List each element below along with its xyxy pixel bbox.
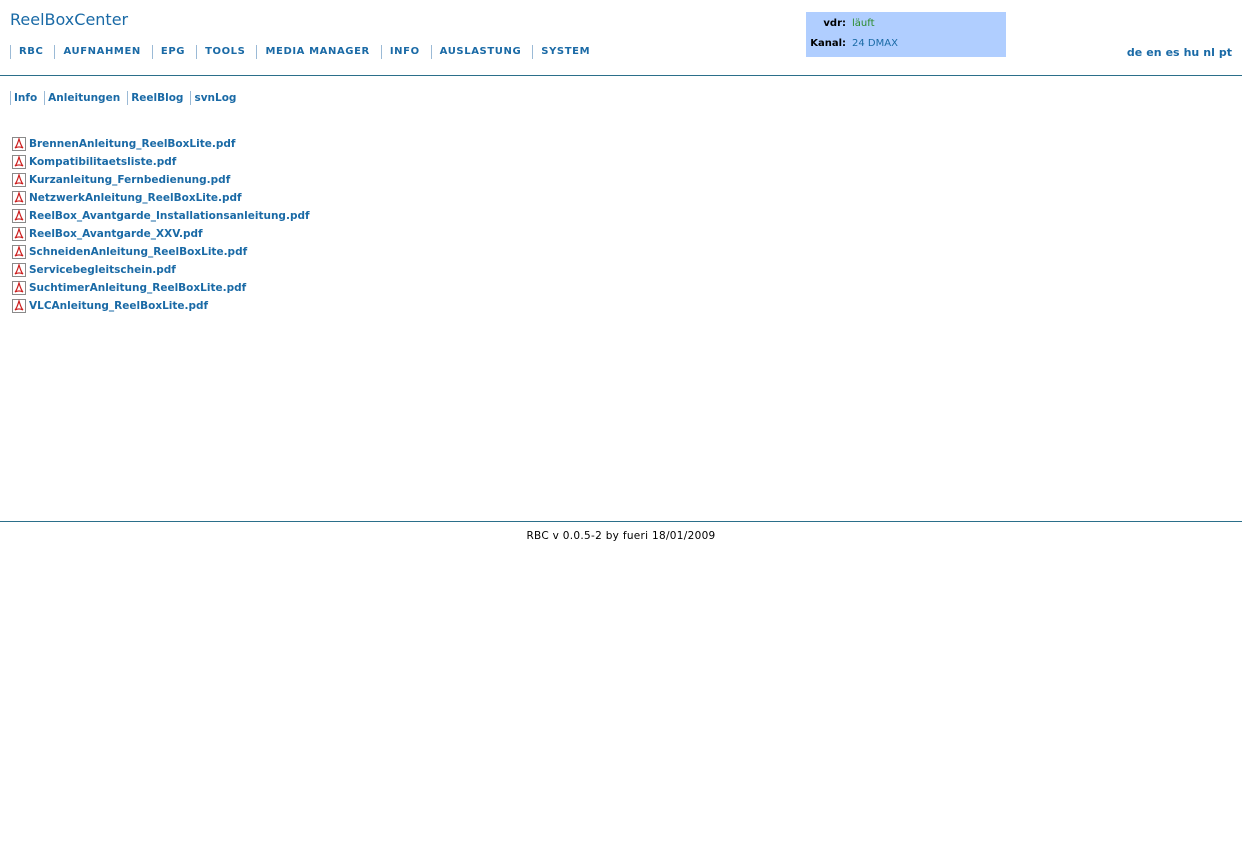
main-nav-item-aufnahmen[interactable]: AUFNAHMEN bbox=[54, 45, 151, 59]
main-nav-item-epg[interactable]: EPG bbox=[151, 45, 196, 59]
pdf-icon bbox=[12, 137, 26, 151]
lang-nl[interactable]: nl bbox=[1203, 46, 1215, 59]
file-list-item[interactable]: NetzwerkAnleitung_ReelBoxLite.pdf bbox=[12, 189, 310, 207]
file-name[interactable]: Kurzanleitung_Fernbedienung.pdf bbox=[29, 174, 230, 186]
file-name[interactable]: VLCAnleitung_ReelBoxLite.pdf bbox=[29, 300, 208, 312]
file-name[interactable]: Servicebegleitschein.pdf bbox=[29, 264, 176, 276]
file-list: BrennenAnleitung_ReelBoxLite.pdf Kompati… bbox=[12, 135, 310, 315]
main-nav-item-tools[interactable]: TOOLS bbox=[196, 45, 256, 59]
sub-nav-item-anleitungen[interactable]: Anleitungen bbox=[44, 91, 127, 105]
file-list-item[interactable]: SuchtimerAnleitung_ReelBoxLite.pdf bbox=[12, 279, 310, 297]
pdf-icon bbox=[12, 245, 26, 259]
file-list-item[interactable]: Kurzanleitung_Fernbedienung.pdf bbox=[12, 171, 310, 189]
file-list-item[interactable]: VLCAnleitung_ReelBoxLite.pdf bbox=[12, 297, 310, 315]
main-nav: RBC AUFNAHMEN EPG TOOLS MEDIA MANAGER IN… bbox=[10, 45, 601, 59]
file-list-item[interactable]: Servicebegleitschein.pdf bbox=[12, 261, 310, 279]
sub-nav-item-reelblog[interactable]: ReelBlog bbox=[127, 91, 190, 105]
file-name[interactable]: ReelBox_Avantgarde_Installationsanleitun… bbox=[29, 210, 310, 222]
pdf-icon bbox=[12, 299, 26, 313]
header-divider bbox=[0, 75, 1242, 76]
file-list-item[interactable]: ReelBox_Avantgarde_XXV.pdf bbox=[12, 225, 310, 243]
sub-nav-item-info[interactable]: Info bbox=[10, 91, 44, 105]
file-name[interactable]: SuchtimerAnleitung_ReelBoxLite.pdf bbox=[29, 282, 246, 294]
file-list-item[interactable]: SchneidenAnleitung_ReelBoxLite.pdf bbox=[12, 243, 310, 261]
pdf-icon bbox=[12, 263, 26, 277]
main-nav-item-media-manager[interactable]: MEDIA MANAGER bbox=[256, 45, 380, 59]
file-name[interactable]: Kompatibilitaetsliste.pdf bbox=[29, 156, 176, 168]
lang-de[interactable]: de bbox=[1127, 46, 1142, 59]
app-title[interactable]: ReelBoxCenter bbox=[10, 10, 128, 29]
lang-pt[interactable]: pt bbox=[1219, 46, 1232, 59]
vdr-status-value: läuft bbox=[852, 18, 875, 29]
pdf-icon bbox=[12, 155, 26, 169]
file-name[interactable]: NetzwerkAnleitung_ReelBoxLite.pdf bbox=[29, 192, 242, 204]
file-list-item[interactable]: BrennenAnleitung_ReelBoxLite.pdf bbox=[12, 135, 310, 153]
file-list-item[interactable]: Kompatibilitaetsliste.pdf bbox=[12, 153, 310, 171]
lang-hu[interactable]: hu bbox=[1184, 46, 1200, 59]
footer-divider bbox=[0, 521, 1242, 522]
pdf-icon bbox=[12, 191, 26, 205]
file-name[interactable]: SchneidenAnleitung_ReelBoxLite.pdf bbox=[29, 246, 247, 258]
pdf-icon bbox=[12, 227, 26, 241]
pdf-icon bbox=[12, 281, 26, 295]
file-list-item[interactable]: ReelBox_Avantgarde_Installationsanleitun… bbox=[12, 207, 310, 225]
main-nav-item-system[interactable]: SYSTEM bbox=[532, 45, 601, 59]
main-nav-item-auslastung[interactable]: AUSLASTUNG bbox=[430, 45, 533, 59]
vdr-label: vdr: bbox=[823, 18, 846, 29]
page: ReelBoxCenter RBC AUFNAHMEN EPG TOOLS ME… bbox=[0, 0, 1242, 867]
pdf-icon bbox=[12, 209, 26, 223]
main-nav-item-info[interactable]: INFO bbox=[380, 45, 431, 59]
kanal-value: 24 DMAX bbox=[852, 38, 898, 49]
pdf-icon bbox=[12, 173, 26, 187]
status-box: vdr: läuft Kanal: 24 DMAX bbox=[806, 12, 1006, 57]
kanal-label: Kanal: bbox=[810, 38, 846, 49]
file-name[interactable]: BrennenAnleitung_ReelBoxLite.pdf bbox=[29, 138, 235, 150]
sub-nav-item-svnlog[interactable]: svnLog bbox=[190, 91, 243, 105]
language-switcher: de en es hu nl pt bbox=[1123, 46, 1232, 59]
sub-nav: Info Anleitungen ReelBlog svnLog bbox=[10, 91, 243, 105]
lang-en[interactable]: en bbox=[1146, 46, 1161, 59]
footer-version: RBC v 0.0.5-2 by fueri 18/01/2009 bbox=[526, 530, 716, 542]
lang-es[interactable]: es bbox=[1166, 46, 1180, 59]
file-name[interactable]: ReelBox_Avantgarde_XXV.pdf bbox=[29, 228, 203, 240]
main-nav-item-rbc[interactable]: RBC bbox=[10, 45, 54, 59]
